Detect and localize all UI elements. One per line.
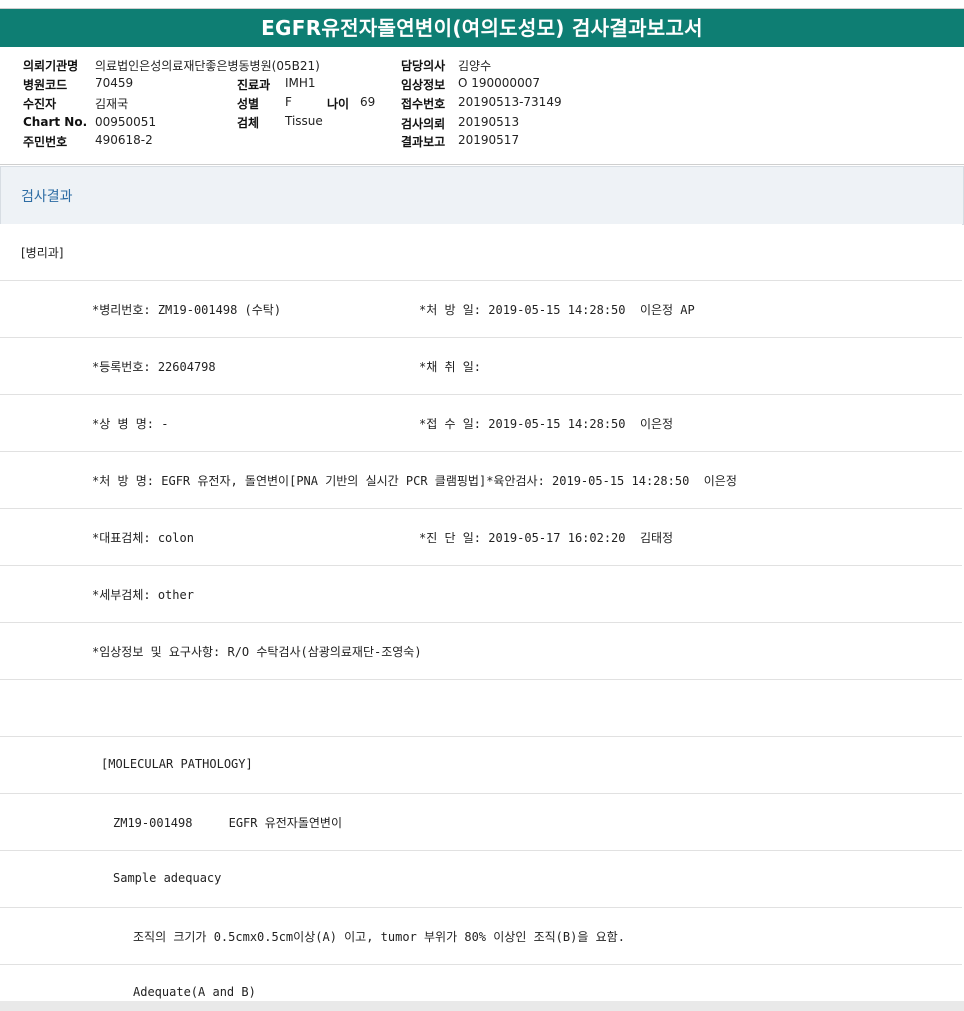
institution-label: 의뢰기관명	[23, 59, 79, 73]
result-row: *처 방 명: EGFR 유전자, 돌연변이[PNA 기반의 실시간 PCR 클…	[0, 452, 962, 509]
section-title: 검사결과	[21, 189, 73, 205]
hospital-code-value: 70459	[95, 76, 134, 90]
department-text: [병리과]	[21, 246, 64, 260]
chart-value: 00950051	[95, 115, 157, 129]
hospital-code-label: 병원코드	[23, 78, 68, 92]
request-label: 검사의뢰	[401, 117, 446, 131]
diagnosis-name: *상 병 명: -	[92, 417, 169, 431]
result-section-header: 검사결과	[0, 166, 964, 225]
prescription-name: *처 방 명: EGFR 유전자, 돌연변이[PNA 기반의 실시간 PCR 클…	[92, 474, 737, 488]
receipt-date: *접 수 일: 2019-05-15 14:28:50 이은정	[419, 417, 674, 431]
report-label: 결과보고	[401, 135, 446, 149]
result-row: ZM19-001498 EGFR 유전자돌연변이	[0, 794, 962, 851]
request-value: 20190513	[458, 115, 520, 129]
doctor-value: 김양수	[458, 59, 492, 73]
age-value: 69	[360, 95, 376, 109]
result-row: *병리번호: ZM19-001498 (수탁) *처 방 일: 2019-05-…	[0, 281, 962, 338]
report-title: EGFR유전자돌연변이(여의도성모) 검사결과보고서	[0, 9, 964, 47]
clinical-request: *임상정보 및 요구사항: R/O 수탁검사(삼광의료재단-조영숙)	[92, 645, 422, 659]
receipt-label: 접수번호	[401, 97, 446, 111]
result-row: [병리과]	[0, 224, 962, 281]
patient-info-panel: 의뢰기관명 의료법인은성의료재단좋은병동병원(05B21) 병원코드 70459…	[0, 48, 964, 165]
adequacy-result: Adequate(A and B)	[133, 985, 256, 999]
molecular-pathology-heading: [MOLECULAR PATHOLOGY]	[101, 757, 253, 771]
dept-label: 진료과	[237, 78, 271, 92]
pathology-number: *병리번호: ZM19-001498 (수탁)	[92, 303, 282, 317]
collection-date: *채 취 일:	[419, 360, 482, 374]
representative-specimen: *대표검체: colon	[92, 531, 194, 545]
result-row: [MOLECULAR PATHOLOGY]	[0, 737, 962, 794]
doctor-label: 담당의사	[401, 59, 446, 73]
resident-value: 490618-2	[95, 133, 153, 147]
result-row: Adequate(A and B)	[0, 965, 962, 1001]
institution-value: 의료법인은성의료재단좋은병동병원(05B21)	[95, 59, 320, 73]
detail-specimen: *세부검체: other	[92, 588, 194, 602]
resident-label: 주민번호	[23, 135, 68, 149]
result-row: 조직의 크기가 0.5cmx0.5cm이상(A) 이고, tumor 부위가 8…	[0, 908, 962, 965]
result-row: *세부검체: other	[0, 566, 962, 623]
receipt-value: 20190513-73149	[458, 95, 562, 109]
clinical-value: O 190000007	[458, 76, 540, 90]
patient-value: 김재국	[95, 97, 129, 111]
chart-label: Chart No.	[23, 115, 88, 129]
top-border	[0, 0, 964, 9]
test-id-line: ZM19-001498 EGFR 유전자돌연변이	[113, 816, 342, 830]
diagnosis-date: *진 단 일: 2019-05-17 16:02:20 김태정	[419, 531, 674, 545]
sex-value: F	[285, 95, 292, 109]
result-row: *대표검체: colon *진 단 일: 2019-05-17 16:02:20…	[0, 509, 962, 566]
result-row	[0, 680, 962, 737]
prescription-date: *처 방 일: 2019-05-15 14:28:50 이은정 AP	[419, 303, 695, 317]
result-row: Sample adequacy	[0, 851, 962, 908]
sex-label: 성별	[237, 97, 260, 111]
patient-label: 수진자	[23, 97, 57, 111]
specimen-label: 검체	[237, 116, 260, 130]
specimen-value: Tissue	[285, 114, 323, 128]
result-row: *임상정보 및 요구사항: R/O 수탁검사(삼광의료재단-조영숙)	[0, 623, 962, 680]
horizontal-scrollbar[interactable]	[0, 1001, 964, 1011]
report-value: 20190517	[458, 133, 520, 147]
dept-value: IMH1	[285, 76, 316, 90]
age-label: 나이	[327, 97, 350, 111]
adequacy-criteria: 조직의 크기가 0.5cmx0.5cm이상(A) 이고, tumor 부위가 8…	[133, 930, 625, 944]
registration-number: *등록번호: 22604798	[92, 360, 216, 374]
result-row: *등록번호: 22604798 *채 취 일:	[0, 338, 962, 395]
result-row: *상 병 명: - *접 수 일: 2019-05-15 14:28:50 이은…	[0, 395, 962, 452]
clinical-label: 임상정보	[401, 78, 446, 92]
sample-adequacy-heading: Sample adequacy	[113, 871, 222, 885]
